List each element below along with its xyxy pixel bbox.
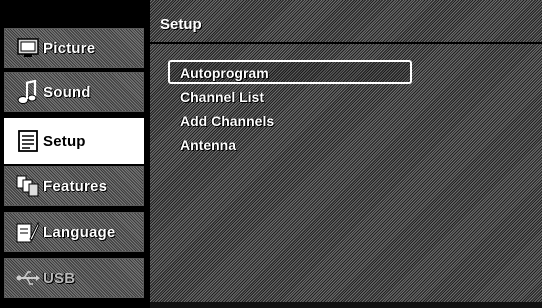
panel-title: Setup (160, 16, 202, 33)
sidebar-item-language[interactable]: Language (4, 212, 144, 252)
sidebar-item-label: Sound (43, 83, 91, 101)
menu-item-autoprogram[interactable]: Autoprogram (168, 60, 412, 84)
usb-icon (15, 265, 41, 291)
sidebar-item-label: USB (43, 269, 76, 287)
menu-item-antenna[interactable]: Antenna (168, 132, 412, 156)
menu-item-channel-list[interactable]: Channel List (168, 84, 412, 108)
sidebar-item-sound[interactable]: Sound (4, 72, 144, 112)
picture-icon (15, 35, 41, 61)
sidebar-item-label: Features (43, 177, 108, 195)
sidebar-item-features[interactable]: Features (4, 166, 144, 206)
menu-item-add-channels[interactable]: Add Channels (168, 108, 412, 132)
sidebar-item-picture[interactable]: Picture (4, 28, 144, 68)
sidebar-item-label: Picture (43, 39, 96, 57)
title-divider (150, 42, 542, 44)
sidebar-item-usb[interactable]: USB (4, 258, 144, 298)
bottom-shade (150, 302, 542, 308)
setup-panel: Setup Autoprogram Channel List Add Chann… (150, 0, 542, 308)
category-sidebar: Picture Sound Setup Features Language US… (0, 0, 150, 308)
setup-icon (15, 128, 41, 154)
sound-icon (15, 79, 41, 105)
tv-menu-screen: Picture Sound Setup Features Language US… (0, 0, 542, 308)
features-icon (15, 173, 41, 199)
sidebar-item-setup[interactable]: Setup (4, 118, 144, 164)
sidebar-item-label: Language (43, 223, 116, 241)
sidebar-item-label: Setup (43, 132, 86, 150)
setup-menu: Autoprogram Channel List Add Channels An… (168, 60, 412, 156)
language-icon (15, 219, 41, 245)
